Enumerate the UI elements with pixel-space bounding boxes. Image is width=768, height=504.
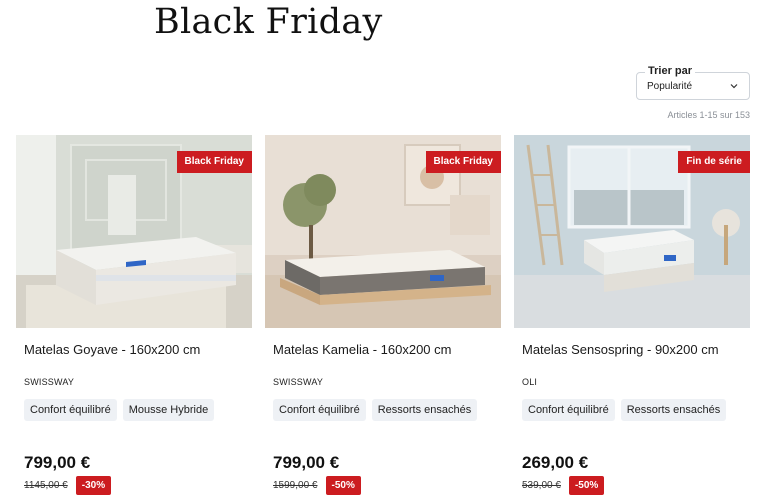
old-price-row: 1145,00 € -30% [24, 476, 112, 495]
product-badge: Black Friday [176, 151, 252, 173]
product-name[interactable]: Matelas Sensospring - 90x200 cm [522, 342, 719, 357]
chevron-down-icon [730, 84, 738, 89]
product-price: 799,00 € [273, 453, 340, 472]
product-tags: Confort équilibré Mousse Hybride [24, 399, 215, 421]
product-brand: SWISSWAY [24, 377, 75, 387]
old-price: 539,00 € [522, 480, 561, 491]
product-card: Black Friday Matelas Goyave - 160x200 cm… [16, 135, 252, 504]
product-tag: Ressorts ensachés [620, 399, 727, 421]
product-image[interactable]: Black Friday [16, 135, 252, 328]
product-tag: Ressorts ensachés [371, 399, 478, 421]
product-image[interactable]: Fin de série [514, 135, 750, 328]
page-title: Black Friday [154, 2, 383, 42]
old-price-row: 1599,00 € -50% [273, 476, 361, 495]
product-brand: OLI [522, 377, 538, 387]
product-card: Black Friday Matelas Kamelia - 160x200 c… [265, 135, 501, 504]
product-price: 799,00 € [24, 453, 91, 472]
product-tag: Confort équilibré [522, 399, 615, 421]
product-tags: Confort équilibré Ressorts ensachés [273, 399, 478, 421]
product-badge: Black Friday [425, 151, 501, 173]
product-tag: Mousse Hybride [122, 399, 215, 421]
old-price: 1145,00 € [24, 480, 68, 491]
discount-badge: -30% [75, 476, 112, 495]
product-image[interactable]: Black Friday [265, 135, 501, 328]
product-name[interactable]: Matelas Goyave - 160x200 cm [24, 342, 200, 357]
discount-badge: -50% [325, 476, 361, 495]
product-tag: Confort équilibré [273, 399, 366, 421]
old-price-row: 539,00 € -50% [522, 476, 605, 495]
product-price: 269,00 € [522, 453, 589, 472]
product-badge: Fin de série [678, 151, 750, 173]
product-card: Fin de série Matelas Sensospring - 90x20… [514, 135, 750, 504]
product-tags: Confort équilibré Ressorts ensachés [522, 399, 727, 421]
product-brand: SWISSWAY [273, 377, 324, 387]
product-tag: Confort équilibré [24, 399, 117, 421]
sort-select[interactable]: Trier par Popularité [636, 65, 750, 100]
result-count: Articles 1-15 sur 153 [667, 110, 750, 120]
sort-value: Popularité [647, 81, 693, 92]
sort-label: Trier par [645, 65, 696, 77]
old-price: 1599,00 € [273, 480, 318, 491]
discount-badge: -50% [568, 476, 605, 495]
product-name[interactable]: Matelas Kamelia - 160x200 cm [273, 342, 451, 357]
